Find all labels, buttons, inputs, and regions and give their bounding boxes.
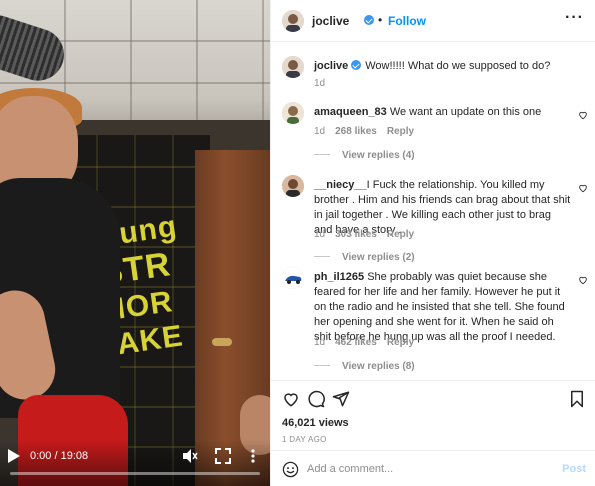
- post-panel: joclive • Follow ··· joclive Wow!!!!! Wha…: [270, 0, 595, 486]
- play-icon[interactable]: [8, 449, 20, 463]
- caption-text: joclive Wow!!!!! What do we supposed to d…: [314, 59, 572, 74]
- post-actions: 46,021 views 1 DAY AGO: [271, 380, 595, 450]
- emoji-icon[interactable]: [282, 461, 299, 478]
- caption-timestamp: 1d: [314, 78, 326, 89]
- fullscreen-icon[interactable]: [215, 448, 231, 464]
- post-comment-button[interactable]: Post: [562, 463, 586, 475]
- post-date: 1 DAY AGO: [282, 435, 327, 444]
- post-author-username[interactable]: joclive: [312, 14, 349, 28]
- heart-icon[interactable]: [578, 110, 588, 120]
- more-options-icon[interactable]: ···: [565, 9, 584, 27]
- comment-username[interactable]: amaqueen_83: [314, 106, 387, 118]
- avatar-image: [282, 10, 304, 32]
- verified-badge-icon: [364, 15, 374, 25]
- heart-icon[interactable]: [282, 390, 300, 408]
- reply-button[interactable]: Reply: [387, 126, 414, 137]
- post-header: joclive • Follow ···: [271, 0, 595, 42]
- view-replies-button[interactable]: View replies (8): [314, 361, 415, 372]
- caption-meta: 1d: [314, 78, 335, 89]
- caption-body: Wow!!!!! What do we supposed to do?: [365, 60, 551, 72]
- avatar-image: [282, 102, 304, 124]
- separator-dot: •: [378, 13, 383, 27]
- heart-icon[interactable]: [578, 275, 588, 285]
- follow-button[interactable]: Follow: [388, 14, 426, 28]
- door-handle: [212, 338, 232, 346]
- avatar[interactable]: [282, 102, 304, 124]
- comment-text: amaqueen_83 We want an update on this on…: [314, 105, 572, 120]
- avatar[interactable]: [282, 267, 304, 289]
- comment-likes[interactable]: 268 likes: [335, 126, 377, 137]
- video-controls: 0:00 / 19:08: [0, 440, 270, 486]
- avatar-image: [282, 56, 304, 78]
- comment-body: We want an update on this one: [389, 106, 542, 118]
- comment-input[interactable]: [307, 459, 537, 479]
- avatar[interactable]: [282, 56, 304, 78]
- comment-timestamp: 1d: [314, 126, 326, 137]
- bookmark-icon[interactable]: [568, 390, 586, 408]
- heart-icon[interactable]: [578, 183, 588, 193]
- comment-meta: 1d 303 likes Reply: [314, 229, 424, 240]
- comment-username[interactable]: ph_il1265: [314, 271, 364, 283]
- comment-likes[interactable]: 303 likes: [335, 229, 377, 240]
- avatar[interactable]: [282, 10, 304, 32]
- video-time: 0:00 / 19:08: [30, 450, 89, 462]
- comment-text: ph_il1265 She probably was quiet because…: [314, 270, 572, 345]
- comment-meta: 1d 268 likes Reply: [314, 126, 424, 137]
- more-options-icon[interactable]: [246, 448, 260, 464]
- comment-meta: 1d 462 likes Reply: [314, 337, 424, 348]
- avatar-image: [282, 267, 304, 289]
- muted-speaker-icon[interactable]: [182, 448, 198, 464]
- avatar-image: [282, 175, 304, 197]
- comment-likes[interactable]: 462 likes: [335, 337, 377, 348]
- comment-timestamp: 1d: [314, 337, 326, 348]
- avatar[interactable]: [282, 175, 304, 197]
- verified-badge-icon: [351, 60, 362, 70]
- caption-username[interactable]: joclive: [314, 60, 348, 72]
- video-progress-bar[interactable]: [10, 472, 260, 475]
- reply-button[interactable]: Reply: [387, 229, 414, 240]
- video-player[interactable]: Yung STR MOR TAKE 0:00 / 19:08: [0, 0, 270, 486]
- add-comment-bar: Post: [271, 450, 595, 486]
- views-count[interactable]: 46,021 views: [282, 417, 349, 429]
- view-replies-button[interactable]: View replies (4): [314, 150, 415, 161]
- comment-timestamp: 1d: [314, 229, 326, 240]
- reply-button[interactable]: Reply: [387, 337, 414, 348]
- comment-username[interactable]: __niecy__: [314, 179, 367, 191]
- comments-list[interactable]: joclive Wow!!!!! What do we supposed to d…: [271, 42, 595, 380]
- share-icon[interactable]: [332, 390, 350, 408]
- view-replies-button[interactable]: View replies (2): [314, 252, 415, 263]
- comment-icon[interactable]: [307, 390, 325, 408]
